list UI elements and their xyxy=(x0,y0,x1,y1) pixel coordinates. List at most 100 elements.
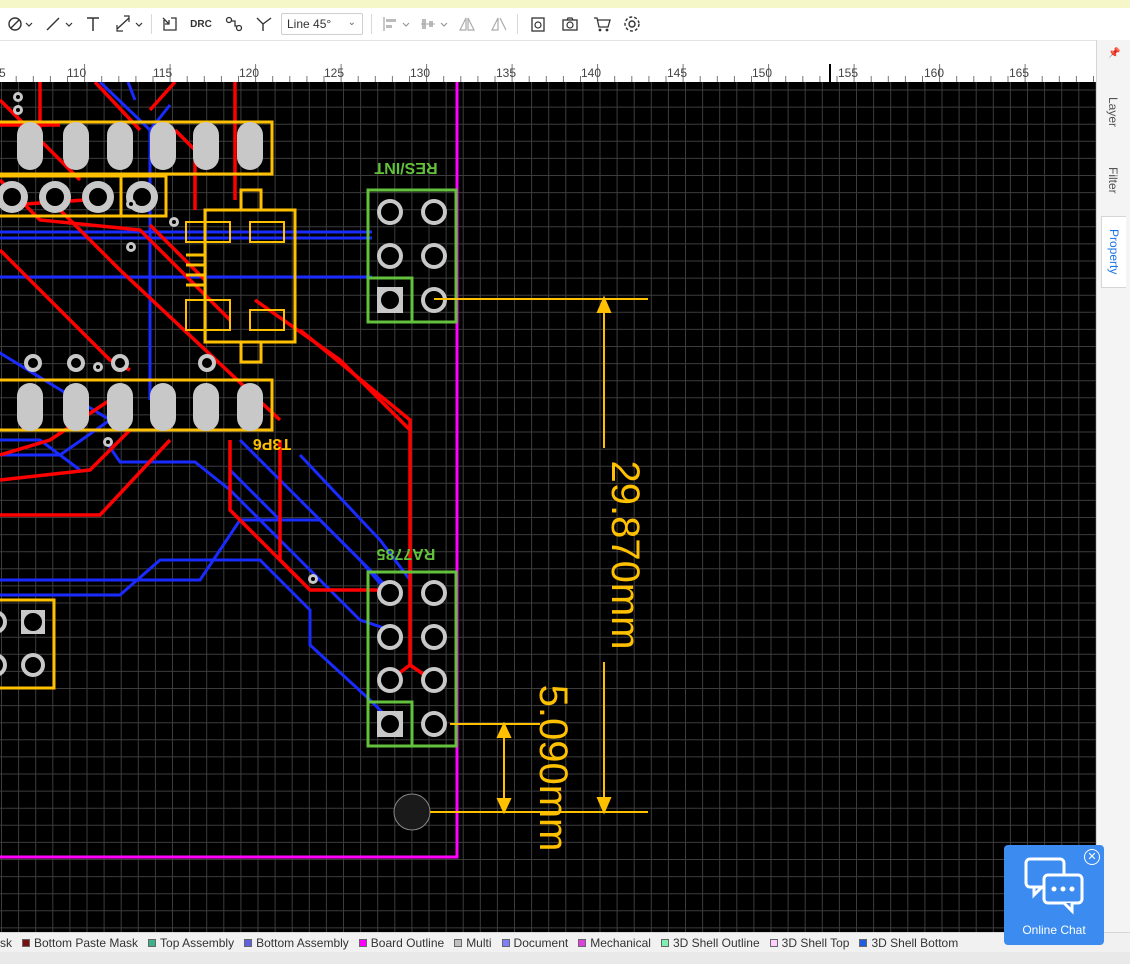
align-icon[interactable] xyxy=(380,10,414,38)
pad-hole xyxy=(381,715,399,733)
pad-hole xyxy=(381,628,399,646)
layer-item[interactable]: Multi xyxy=(454,936,492,950)
layer-item[interactable]: Bottom Assembly xyxy=(244,936,349,950)
component-oval-pad xyxy=(237,122,263,170)
top-banner-strip xyxy=(0,0,1130,8)
ruler-label: 135 xyxy=(496,66,517,80)
line-icon[interactable] xyxy=(42,10,76,38)
bend-icon[interactable] xyxy=(252,10,276,38)
component-oval-pad xyxy=(193,383,219,431)
pad-hole xyxy=(28,358,38,368)
distribute-icon[interactable] xyxy=(418,10,452,38)
pin-icon[interactable]: 📌 xyxy=(1108,48,1120,59)
pad-hole xyxy=(129,202,133,206)
pad-hole xyxy=(381,671,399,689)
ruler-label: 140 xyxy=(581,66,602,80)
pad-hole xyxy=(381,247,399,265)
pad-hole xyxy=(381,584,399,602)
import-icon[interactable] xyxy=(158,10,182,38)
layer-item[interactable]: 3D Shell Top xyxy=(769,936,849,950)
component-oval-pad xyxy=(237,383,263,431)
ruler-label: 165 xyxy=(1009,66,1030,80)
component-oval-pad xyxy=(107,383,133,431)
ruler-label: 115 xyxy=(153,66,173,80)
pad-hole xyxy=(46,188,64,206)
pad-hole xyxy=(425,584,443,602)
no-connect-icon[interactable] xyxy=(6,10,36,38)
layer-item[interactable]: Top Assembly xyxy=(148,936,234,950)
layer-item[interactable]: sk xyxy=(0,936,12,950)
dimension-icon[interactable] xyxy=(112,10,146,38)
pad-hole xyxy=(425,628,443,646)
toolbar-separator xyxy=(517,14,518,34)
ruler-label: 160 xyxy=(924,66,945,80)
drc-button[interactable]: DRC xyxy=(188,10,214,38)
online-chat-widget[interactable]: ✕ Online Chat xyxy=(1004,845,1104,945)
layer-item[interactable]: Bottom Paste Mask xyxy=(22,936,138,950)
chat-bubble-icon xyxy=(1024,857,1084,915)
layer-item[interactable]: Document xyxy=(501,936,568,950)
pad-hole xyxy=(71,358,81,368)
status-strip xyxy=(0,952,1130,964)
layer-item[interactable]: 3D Shell Bottom xyxy=(859,936,958,950)
pad-hole xyxy=(172,220,176,224)
close-icon[interactable]: ✕ xyxy=(1084,849,1100,865)
flip-icon[interactable] xyxy=(488,10,510,38)
pad-hole xyxy=(115,358,125,368)
pad-hole xyxy=(25,657,41,673)
online-chat-label: Online Chat xyxy=(1022,923,1086,937)
horizontal-ruler: 5 110 115 120 125 130 135 140 145 150 15… xyxy=(0,64,1096,83)
component-oval-pad xyxy=(17,383,43,431)
text-icon[interactable] xyxy=(82,10,104,38)
line-mode-select[interactable]: Line 45° ⌄ xyxy=(281,13,363,35)
route-icon[interactable] xyxy=(222,10,246,38)
pad-hole xyxy=(129,245,133,249)
component-oval-pad xyxy=(17,122,43,170)
ruler-label: 120 xyxy=(239,66,260,80)
toolbar-separator xyxy=(151,14,152,34)
pad-hole xyxy=(425,671,443,689)
component-oval-pad xyxy=(150,383,176,431)
ruler-label: 155 xyxy=(838,66,859,80)
component-oval-pad xyxy=(107,122,133,170)
component-oval-pad xyxy=(150,122,176,170)
pcb-canvas[interactable]: RES/INT RA7785 T3P6 29.870mm 5.090mm xyxy=(0,82,1096,932)
export-icon[interactable] xyxy=(526,10,550,38)
line-mode-value: Line 45° xyxy=(287,17,332,31)
tab-property[interactable]: Property xyxy=(1101,216,1126,288)
pad-hole xyxy=(16,95,20,99)
pad-hole xyxy=(381,291,399,309)
pad-hole xyxy=(3,188,21,206)
ic-label: T3P6 xyxy=(253,435,291,452)
layer-item[interactable]: 3D Shell Outline xyxy=(660,936,760,950)
settings-icon[interactable] xyxy=(620,10,644,38)
camera-icon[interactable] xyxy=(558,10,582,38)
ruler-label: 150 xyxy=(752,66,773,80)
dimension-long-text: 29.870mm xyxy=(603,461,647,650)
layer-item[interactable]: Board Outline xyxy=(358,936,444,950)
dimension-short-text: 5.090mm xyxy=(531,685,575,852)
tab-layer[interactable]: Layer xyxy=(1101,82,1125,142)
pad-hole xyxy=(311,577,315,581)
ruler-label: 130 xyxy=(410,66,431,80)
ruler-label: 110 xyxy=(67,66,87,80)
pad-hole xyxy=(425,203,443,221)
component-oval-pad xyxy=(193,122,219,170)
chevron-down-icon: ⌄ xyxy=(347,17,356,28)
pad-hole xyxy=(106,440,110,444)
pad-hole xyxy=(16,108,20,112)
mirror-icon[interactable] xyxy=(456,10,478,38)
ruler-label: 145 xyxy=(667,66,688,80)
main-toolbar: DRC Line 45° ⌄ xyxy=(0,8,1130,41)
toolbar-separator xyxy=(371,14,372,34)
pad-hole xyxy=(202,358,212,368)
ruler-label: 125 xyxy=(324,66,345,80)
cart-icon[interactable] xyxy=(590,10,614,38)
pad-hole xyxy=(425,715,443,733)
layer-item[interactable]: Mechanical xyxy=(578,936,651,950)
ruler-label: 5 xyxy=(0,66,6,80)
pad-hole xyxy=(24,613,42,631)
header-bottom-label: RA7785 xyxy=(377,545,436,562)
pad-hole xyxy=(425,247,443,265)
tab-filter[interactable]: Filter xyxy=(1101,152,1125,208)
